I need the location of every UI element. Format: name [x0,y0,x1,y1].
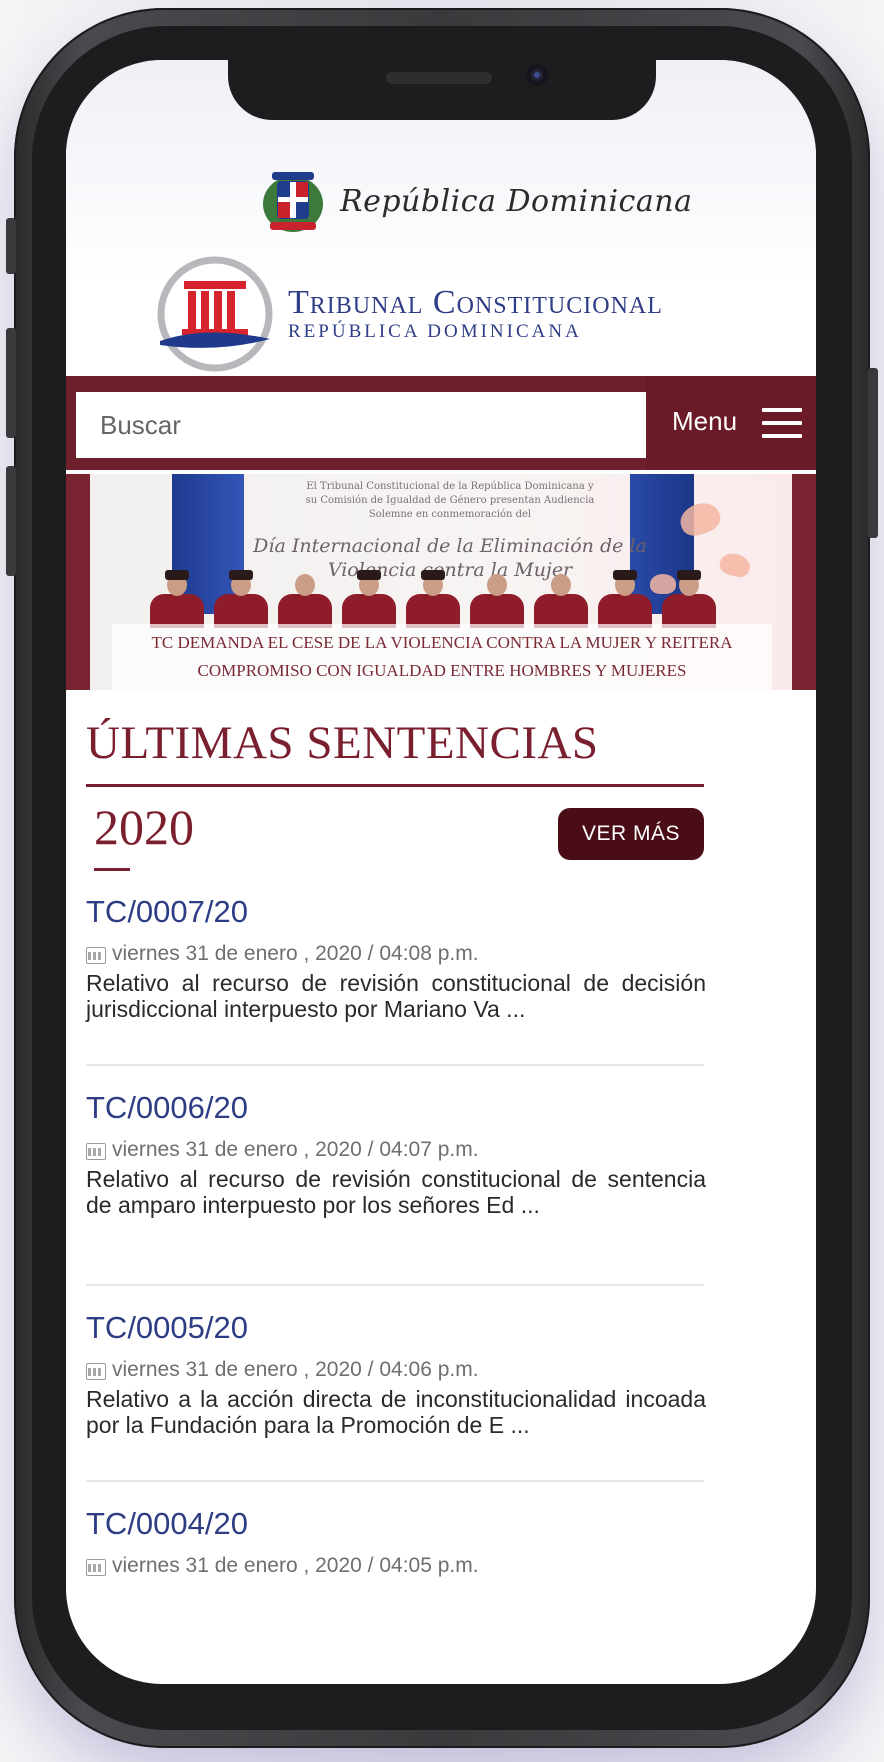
menu-button[interactable]: Menu [646,376,816,470]
sentence-item[interactable]: TC/0004/20 viernes 31 de enero , 2020 / … [86,1506,706,1578]
news-banner[interactable]: El Tribunal Constitucional de la Repúbli… [66,474,816,690]
title-divider [86,784,704,787]
coat-of-arms-icon [263,172,323,232]
country-brand: República Dominicana [258,166,692,236]
sentence-code[interactable]: TC/0005/20 [86,1310,706,1346]
phone-screen: República Dominicana Tribunal Constituci… [66,60,816,1684]
sentence-code[interactable]: TC/0007/20 [86,894,706,930]
volume-up-button [6,328,16,438]
sentence-date-text: viernes 31 de enero , 2020 / 04:07 p.m. [112,1138,479,1161]
year-heading: 2020 [94,799,194,855]
search-menu-bar: Menu [66,376,816,474]
volume-down-button [6,466,16,576]
sentence-item[interactable]: TC/0006/20 viernes 31 de enero , 2020 / … [86,1090,706,1218]
sentence-description: Relativo a la acción directa de inconsti… [86,1386,706,1438]
sentence-description: Relativo al recurso de revisión constitu… [86,1166,706,1218]
sentence-date: viernes 31 de enero , 2020 / 04:05 p.m. [86,1554,706,1578]
notch [228,60,656,120]
org-subtitle: REPÚBLICA DOMINICANA [288,321,582,342]
sentence-description: Relativo al recurso de revisión constitu… [86,970,706,1022]
front-camera [526,64,548,86]
banner-small-text: El Tribunal Constitucional de la Repúbli… [305,481,595,520]
menu-label: Menu [672,406,738,436]
sentence-code[interactable]: TC/0006/20 [86,1090,706,1126]
item-divider [86,1284,704,1286]
hamburger-icon [762,408,802,438]
sentence-item[interactable]: TC/0005/20 viernes 31 de enero , 2020 / … [86,1310,706,1438]
banner-caption[interactable]: TC DEMANDA EL CESE DE LA VIOLENCIA CONTR… [112,624,772,690]
butterfly-decoration [717,550,753,580]
ver-mas-button[interactable]: VER MÁS [558,808,704,860]
section-title: ÚLTIMAS SENTENCIAS [86,717,599,769]
sentence-date: viernes 31 de enero , 2020 / 04:06 p.m. [86,1358,706,1382]
sentence-date-text: viernes 31 de enero , 2020 / 04:08 p.m. [112,942,479,965]
people-row [150,570,716,628]
item-divider [86,1064,704,1066]
sentence-date-text: viernes 31 de enero , 2020 / 04:06 p.m. [112,1358,479,1381]
sentence-date: viernes 31 de enero , 2020 / 04:07 p.m. [86,1138,706,1162]
mute-switch [6,218,16,274]
calendar-icon [86,1360,106,1380]
sentence-date-text: viernes 31 de enero , 2020 / 04:05 p.m. [112,1554,479,1577]
calendar-icon [86,944,106,964]
tc-logo-icon [157,256,273,372]
org-name: Tribunal Constitucional [288,284,663,321]
country-name: República Dominicana [340,183,693,219]
year-underline [94,868,130,871]
tc-brand[interactable]: Tribunal Constitucional REPÚBLICA DOMINI… [156,255,663,373]
sentence-date: viernes 31 de enero , 2020 / 04:08 p.m. [86,942,706,966]
calendar-icon [86,1556,106,1576]
sentence-code[interactable]: TC/0004/20 [86,1506,706,1542]
item-divider [86,1480,704,1482]
search-input[interactable] [76,392,646,458]
power-button [868,368,878,538]
calendar-icon [86,1140,106,1160]
speaker [386,72,492,84]
sentence-item[interactable]: TC/0007/20 viernes 31 de enero , 2020 / … [86,894,706,1022]
